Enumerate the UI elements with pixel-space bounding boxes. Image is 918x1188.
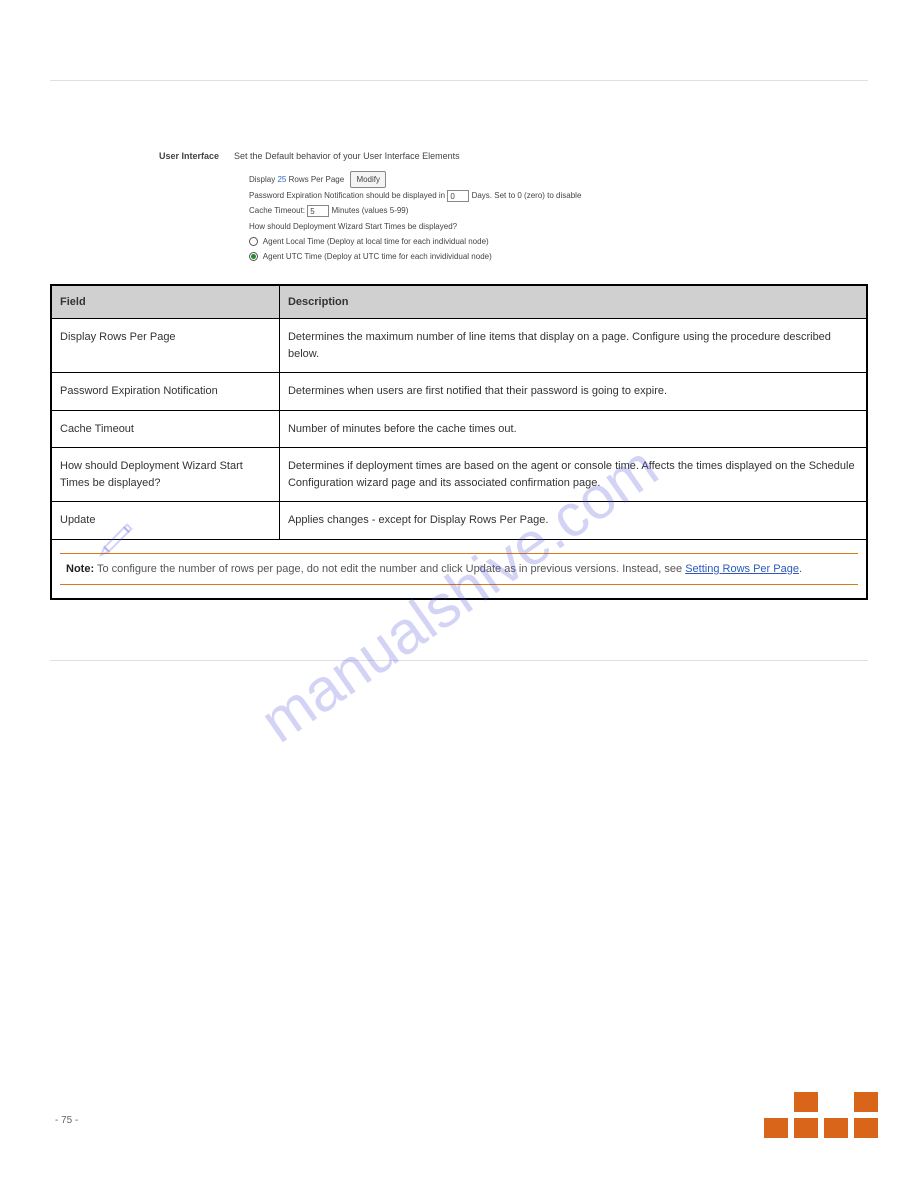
fields-table: Field Description Display Rows Per Page … (50, 284, 868, 600)
cell-desc: Number of minutes before the cache times… (279, 410, 867, 448)
note-text: To configure the number of rows per page… (97, 563, 682, 575)
cell-field: Update (51, 502, 279, 540)
pw-suffix: Days. Set to 0 (zero) to disable (472, 191, 582, 200)
table-row: Cache Timeout Number of minutes before t… (51, 410, 867, 448)
opt-utc-row[interactable]: Agent UTC Time (Deploy at UTC time for e… (249, 249, 759, 264)
rows-suffix: Rows Per Page (289, 175, 345, 184)
table-row: Update Applies changes - except for Disp… (51, 502, 867, 540)
ui-section-desc: Set the Default behavior of your User In… (234, 151, 460, 161)
note-tail: . (799, 563, 802, 575)
table-row: How should Deployment Wizard Start Times… (51, 448, 867, 502)
pw-row: Password Expiration Notification should … (249, 188, 759, 203)
rows-value[interactable]: 25 (277, 175, 286, 184)
cell-field: Cache Timeout (51, 410, 279, 448)
opt-local-label: Agent Local Time (Deploy at local time f… (263, 237, 489, 246)
page-container: User Interface Set the Default behavior … (0, 0, 918, 711)
ui-body: Display 25 Rows Per Page Modify Password… (159, 171, 759, 264)
rows-prefix: Display (249, 175, 275, 184)
ui-figure: User Interface Set the Default behavior … (159, 151, 759, 264)
table-row: Display Rows Per Page Determines the max… (51, 319, 867, 373)
cache-prefix: Cache Timeout: (249, 206, 305, 215)
orange-rule-top (60, 553, 858, 554)
deploy-q: How should Deployment Wizard Start Times… (249, 219, 759, 234)
note-cell: Note: To configure the number of rows pe… (51, 539, 867, 599)
note-row: Note: To configure the number of rows pe… (51, 539, 867, 599)
ui-section-label: User Interface (159, 151, 219, 161)
note-link[interactable]: Setting Rows Per Page (685, 563, 799, 575)
top-divider (50, 80, 868, 81)
rows-per-page-row: Display 25 Rows Per Page Modify (249, 171, 759, 188)
opt-local-row[interactable]: Agent Local Time (Deploy at local time f… (249, 234, 759, 249)
cache-row: Cache Timeout: 5 Minutes (values 5-99) (249, 203, 759, 218)
radio-unselected-icon[interactable] (249, 237, 258, 246)
orange-rule-bottom (60, 584, 858, 585)
modify-button[interactable]: Modify (350, 171, 386, 188)
cell-field: Password Expiration Notification (51, 373, 279, 411)
th-desc: Description (279, 285, 867, 319)
opt-utc-label: Agent UTC Time (Deploy at UTC time for e… (263, 252, 492, 261)
note-label: Note: (66, 563, 94, 575)
ui-section-heading: User Interface Set the Default behavior … (159, 151, 759, 161)
cell-desc: Determines when users are first notified… (279, 373, 867, 411)
cell-desc: Determines the maximum number of line it… (279, 319, 867, 373)
cache-suffix: Minutes (values 5-99) (332, 206, 409, 215)
logo (738, 1092, 878, 1138)
note-body: Note: To configure the number of rows pe… (60, 557, 858, 582)
pw-prefix: Password Expiration Notification should … (249, 191, 445, 200)
bottom-divider (50, 660, 868, 661)
th-field: Field (51, 285, 279, 319)
cache-input[interactable]: 5 (307, 205, 329, 217)
page-number: - 75 - (55, 1115, 78, 1126)
cell-field: How should Deployment Wizard Start Times… (51, 448, 279, 502)
radio-selected-icon[interactable] (249, 252, 258, 261)
cell-desc: Determines if deployment times are based… (279, 448, 867, 502)
table-header-row: Field Description (51, 285, 867, 319)
cell-desc: Applies changes - except for Display Row… (279, 502, 867, 540)
pw-days-input[interactable]: 0 (447, 190, 469, 202)
table-row: Password Expiration Notification Determi… (51, 373, 867, 411)
cell-field: Display Rows Per Page (51, 319, 279, 373)
